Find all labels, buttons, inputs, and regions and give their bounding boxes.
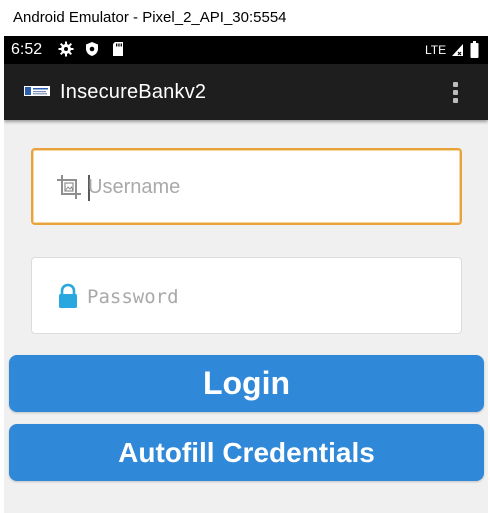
settings-gear-icon (58, 41, 74, 57)
overflow-menu-dot (453, 98, 458, 103)
signal-icon (452, 44, 463, 56)
status-time: 6:52 (11, 41, 43, 58)
lock-icon (59, 283, 77, 308)
battery-icon (470, 41, 479, 58)
autofill-credentials-button[interactable]: Autofill Credentials (9, 424, 484, 481)
overflow-menu-button[interactable] (440, 78, 472, 108)
shield-icon (86, 42, 98, 56)
login-button[interactable]: Login (9, 355, 484, 412)
password-input[interactable] (87, 282, 427, 312)
status-bar: 6:52 LTE (4, 36, 488, 64)
overflow-menu-icon (453, 82, 458, 87)
password-field[interactable] (31, 257, 462, 334)
username-field[interactable] (31, 148, 462, 225)
crop-image-icon (57, 175, 81, 199)
sd-card-icon (113, 42, 123, 56)
device-screen: 6:52 LTE InsecureBankv2 Username Login A… (4, 36, 488, 513)
app-bar: InsecureBankv2 (4, 64, 488, 120)
app-logo-icon (24, 86, 50, 96)
username-input[interactable] (88, 172, 428, 202)
network-type-label: LTE (425, 43, 447, 57)
emulator-window: Android Emulator - Pixel_2_API_30:5554 6… (0, 0, 490, 513)
app-title: InsecureBankv2 (60, 81, 207, 103)
overflow-menu-dot (453, 90, 458, 95)
window-title: Android Emulator - Pixel_2_API_30:5554 (0, 0, 490, 36)
